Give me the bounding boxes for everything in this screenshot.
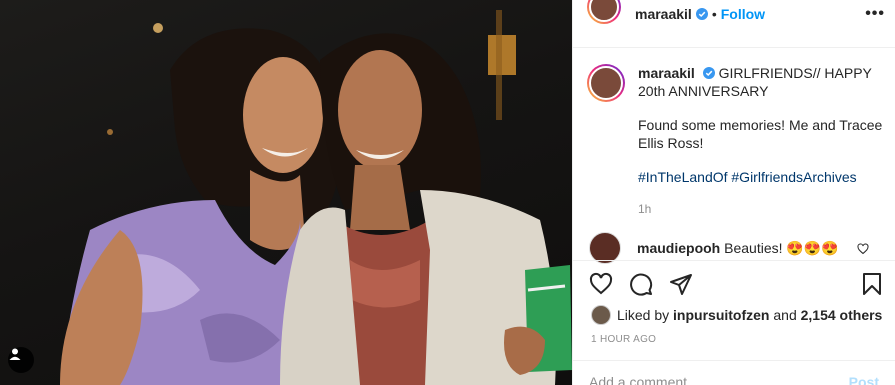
user-tag-icon[interactable] <box>8 347 34 373</box>
verified-badge-icon <box>695 8 708 20</box>
post-timestamp[interactable]: 1 HOUR AGO <box>591 334 656 345</box>
likes-count[interactable]: 2,154 others <box>801 307 883 323</box>
action-bar <box>589 271 884 297</box>
post-caption: maraakil GIRLFRIENDS// HAPPY 20th ANNIVE… <box>587 64 887 218</box>
header-divider <box>573 47 895 48</box>
caption-username[interactable]: maraakil <box>638 65 695 81</box>
post-header: maraakil • Follow ••• <box>573 0 895 28</box>
follow-button[interactable]: Follow <box>721 6 765 22</box>
comment-text: Beauties! 😍😍😍 <box>724 239 839 256</box>
caption-text: Found some memories! Me and Tracee Ellis… <box>638 117 883 151</box>
photo-illustration <box>60 10 572 385</box>
caption-author-avatar[interactable] <box>587 64 625 102</box>
author-username[interactable]: maraakil <box>635 6 692 22</box>
author-avatar[interactable] <box>587 0 621 24</box>
post-comment-button[interactable]: Post <box>849 374 879 385</box>
save-button[interactable] <box>860 272 884 296</box>
commenter-username[interactable]: maudiepooh <box>637 240 720 256</box>
post-side-panel: maraakil • Follow ••• maraakil GIRLFRIEN… <box>572 0 895 385</box>
more-options-button[interactable]: ••• <box>865 5 885 23</box>
comment-like-icon[interactable] <box>857 243 869 255</box>
likes-prefix: Liked by <box>617 307 670 323</box>
person-icon <box>9 348 21 360</box>
share-icon <box>670 274 692 295</box>
caption-hashtags[interactable]: #InTheLandOf #GirlfriendsArchives <box>638 168 887 186</box>
likes-connector: and <box>773 307 797 323</box>
separator-dot: • <box>711 6 717 22</box>
like-button[interactable] <box>589 272 613 296</box>
liker-avatar[interactable] <box>591 305 611 325</box>
caption-body: maraakil GIRLFRIENDS// HAPPY 20th ANNIVE… <box>638 64 887 218</box>
share-button[interactable] <box>669 272 693 296</box>
comment-button[interactable] <box>629 272 653 296</box>
comment-text-wrap: maudiepooh Beauties! 😍😍😍 <box>637 240 839 257</box>
caption-time: 1h <box>638 202 652 216</box>
bookmark-icon <box>863 273 881 295</box>
caption-verified-icon <box>702 67 715 79</box>
liker-username[interactable]: inpursuitofzen <box>673 307 769 323</box>
comment-box-divider <box>573 360 895 361</box>
add-comment-input[interactable]: Add a comment... <box>589 374 699 385</box>
post-photo[interactable] <box>0 0 572 385</box>
comment-icon <box>630 273 653 296</box>
likes-summary: Liked by inpursuitofzen and 2,154 others <box>591 305 882 325</box>
actions-divider <box>573 260 895 261</box>
heart-icon <box>589 272 613 295</box>
